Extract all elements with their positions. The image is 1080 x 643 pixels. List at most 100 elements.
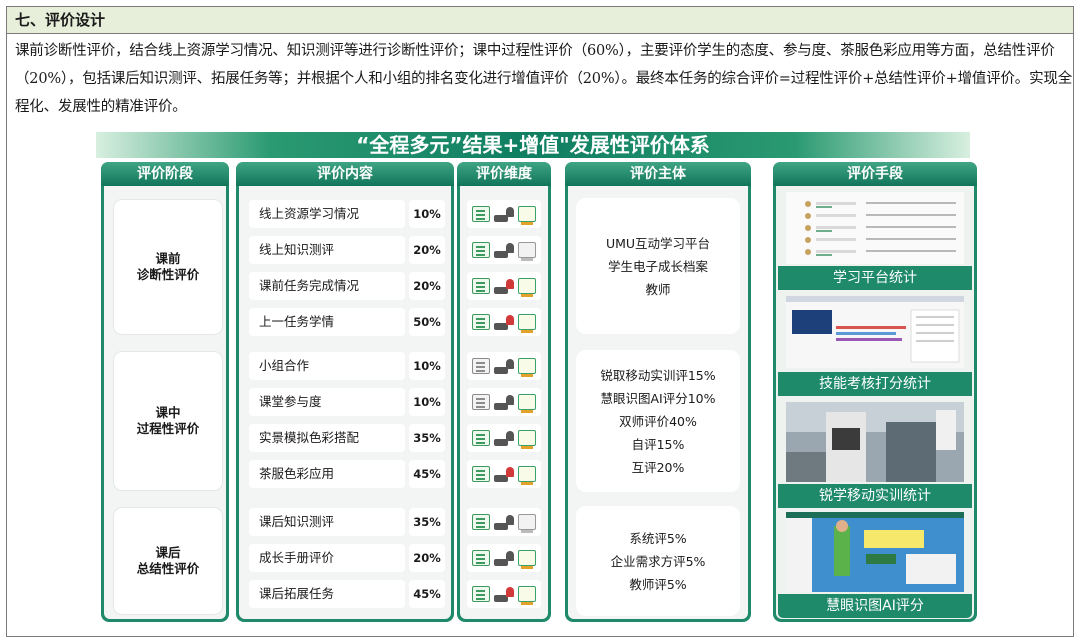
content-item-name: 小组合作 (249, 352, 405, 380)
dimension-icons (467, 508, 541, 536)
stage-column: 评价阶段 课前 诊断性评价 课中 过程性评价 课后 总结性评价 (101, 162, 229, 622)
board-icon (518, 586, 536, 605)
subject-box-post: 系统评5% 企业需求方评5% 教师评5% (576, 506, 740, 616)
dimension-icons (467, 580, 541, 608)
content-item-name: 线上知识测评 (249, 236, 405, 264)
subject-line: 自评15% (631, 436, 685, 452)
content-item: 线上知识测评 20% (249, 236, 445, 264)
board-icon (518, 394, 536, 413)
ai-screenshot (786, 512, 964, 592)
content-item-weight: 10% (409, 200, 445, 228)
people-icon (494, 550, 514, 566)
subject-line: 锐取移动实训评15% (600, 367, 716, 383)
people-icon (494, 394, 514, 410)
subject-line: 互评20% (631, 459, 685, 475)
document-icon (472, 514, 490, 530)
section-paragraph: 课前诊断性评价，结合线上资源学习情况、知识测评等进行诊断性评价；课中过程性评价（… (15, 43, 1072, 115)
means-caption-platform: 学习平台统计 (778, 266, 972, 290)
means-caption-training: 锐学移动实训统计 (778, 484, 972, 508)
dimension-icons (467, 352, 541, 380)
document-icon (472, 206, 490, 222)
skill-screenshot (786, 296, 964, 368)
document-icon (472, 586, 490, 602)
subject-line: 学生电子成长档案 (607, 258, 708, 274)
subject-line: 教师评5% (629, 576, 687, 592)
subject-line: 教师 (645, 281, 671, 297)
content-item: 实景模拟色彩搭配 35% (249, 424, 445, 452)
subject-header: 评价主体 (565, 162, 751, 186)
dimension-column: 评价维度 (457, 162, 551, 622)
people-icon (494, 466, 514, 482)
stage-post-class: 课后 总结性评价 (114, 508, 222, 614)
subject-box-in: 锐取移动实训评15% 慧眼识图AI评分10% 双师评价40% 自评15% 互评20% (576, 350, 740, 492)
stage-header: 评价阶段 (101, 162, 229, 186)
dimension-icons (467, 460, 541, 488)
figure-title: “全程多元”结果+增值"发展性评价体系 (96, 132, 970, 158)
means-column: 评价手段 学习平台统计 技能考核打分统计 锐学移动实训统计 慧眼识图AI评分 (773, 162, 977, 622)
dimension-icons (467, 236, 541, 264)
subject-column: 评价主体 UMU互动学习平台 学生电子成长档案 教师 锐取移动实训评15% 慧眼识图A… (565, 162, 751, 622)
document-icon (472, 358, 490, 374)
content-item-name: 实景模拟色彩搭配 (249, 424, 405, 452)
content-item: 成长手册评价 20% (249, 544, 445, 572)
content-item: 课后知识测评 35% (249, 508, 445, 536)
board-icon (518, 278, 536, 297)
stage-pre-class: 课前 诊断性评价 (114, 200, 222, 334)
content-item-weight: 35% (409, 508, 445, 536)
dimension-icons (467, 544, 541, 572)
content-item-weight: 45% (409, 580, 445, 608)
content-item: 课后拓展任务 45% (249, 580, 445, 608)
content-item-weight: 10% (409, 388, 445, 416)
document-icon (472, 242, 490, 258)
content-header: 评价内容 (236, 162, 454, 186)
dimension-header: 评价维度 (457, 162, 551, 186)
content-item: 茶服色彩应用 45% (249, 460, 445, 488)
means-caption-ai: 慧眼识图AI评分 (778, 594, 972, 618)
subject-box-pre: UMU互动学习平台 学生电子成长档案 教师 (576, 198, 740, 334)
content-item-weight: 20% (409, 272, 445, 300)
board-icon (518, 466, 536, 485)
dimension-icons (467, 200, 541, 228)
content-item-name: 课前任务完成情况 (249, 272, 405, 300)
stage-in-class: 课中 过程性评价 (114, 352, 222, 490)
people-icon (494, 586, 514, 602)
board-icon (518, 514, 536, 533)
content-item-name: 上一任务学情 (249, 308, 405, 336)
document-icon (472, 314, 490, 330)
content-item-weight: 45% (409, 460, 445, 488)
dimension-icons (467, 308, 541, 336)
people-icon (494, 242, 514, 258)
subject-line: 企业需求方评5% (610, 553, 706, 569)
subject-line: UMU互动学习平台 (605, 235, 711, 251)
content-item-name: 茶服色彩应用 (249, 460, 405, 488)
subject-line: 系统评5% (629, 530, 687, 546)
people-icon (494, 278, 514, 294)
content-item-weight: 20% (409, 236, 445, 264)
content-item-weight: 50% (409, 308, 445, 336)
content-item-weight: 10% (409, 352, 445, 380)
means-caption-skill: 技能考核打分统计 (778, 372, 972, 396)
people-icon (494, 514, 514, 530)
content-column: 评价内容 线上资源学习情况 10% 线上知识测评 20% 课前任务完成情况 20% 上一任务… (236, 162, 454, 622)
people-icon (494, 206, 514, 222)
document-icon (472, 278, 490, 294)
content-item-weight: 35% (409, 424, 445, 452)
board-icon (518, 242, 536, 261)
section-heading: 七、评价设计 (7, 7, 1073, 34)
document-icon (472, 394, 490, 410)
means-header: 评价手段 (773, 162, 977, 186)
board-icon (518, 430, 536, 449)
document-icon (472, 550, 490, 566)
content-item: 课前任务完成情况 20% (249, 272, 445, 300)
content-item-weight: 20% (409, 544, 445, 572)
content-item: 线上资源学习情况 10% (249, 200, 445, 228)
dimension-icons (467, 388, 541, 416)
board-icon (518, 550, 536, 569)
board-icon (518, 206, 536, 225)
document-icon (472, 430, 490, 446)
board-icon (518, 358, 536, 377)
people-icon (494, 314, 514, 330)
dimension-icons (467, 424, 541, 452)
document-icon (472, 466, 490, 482)
people-icon (494, 430, 514, 446)
